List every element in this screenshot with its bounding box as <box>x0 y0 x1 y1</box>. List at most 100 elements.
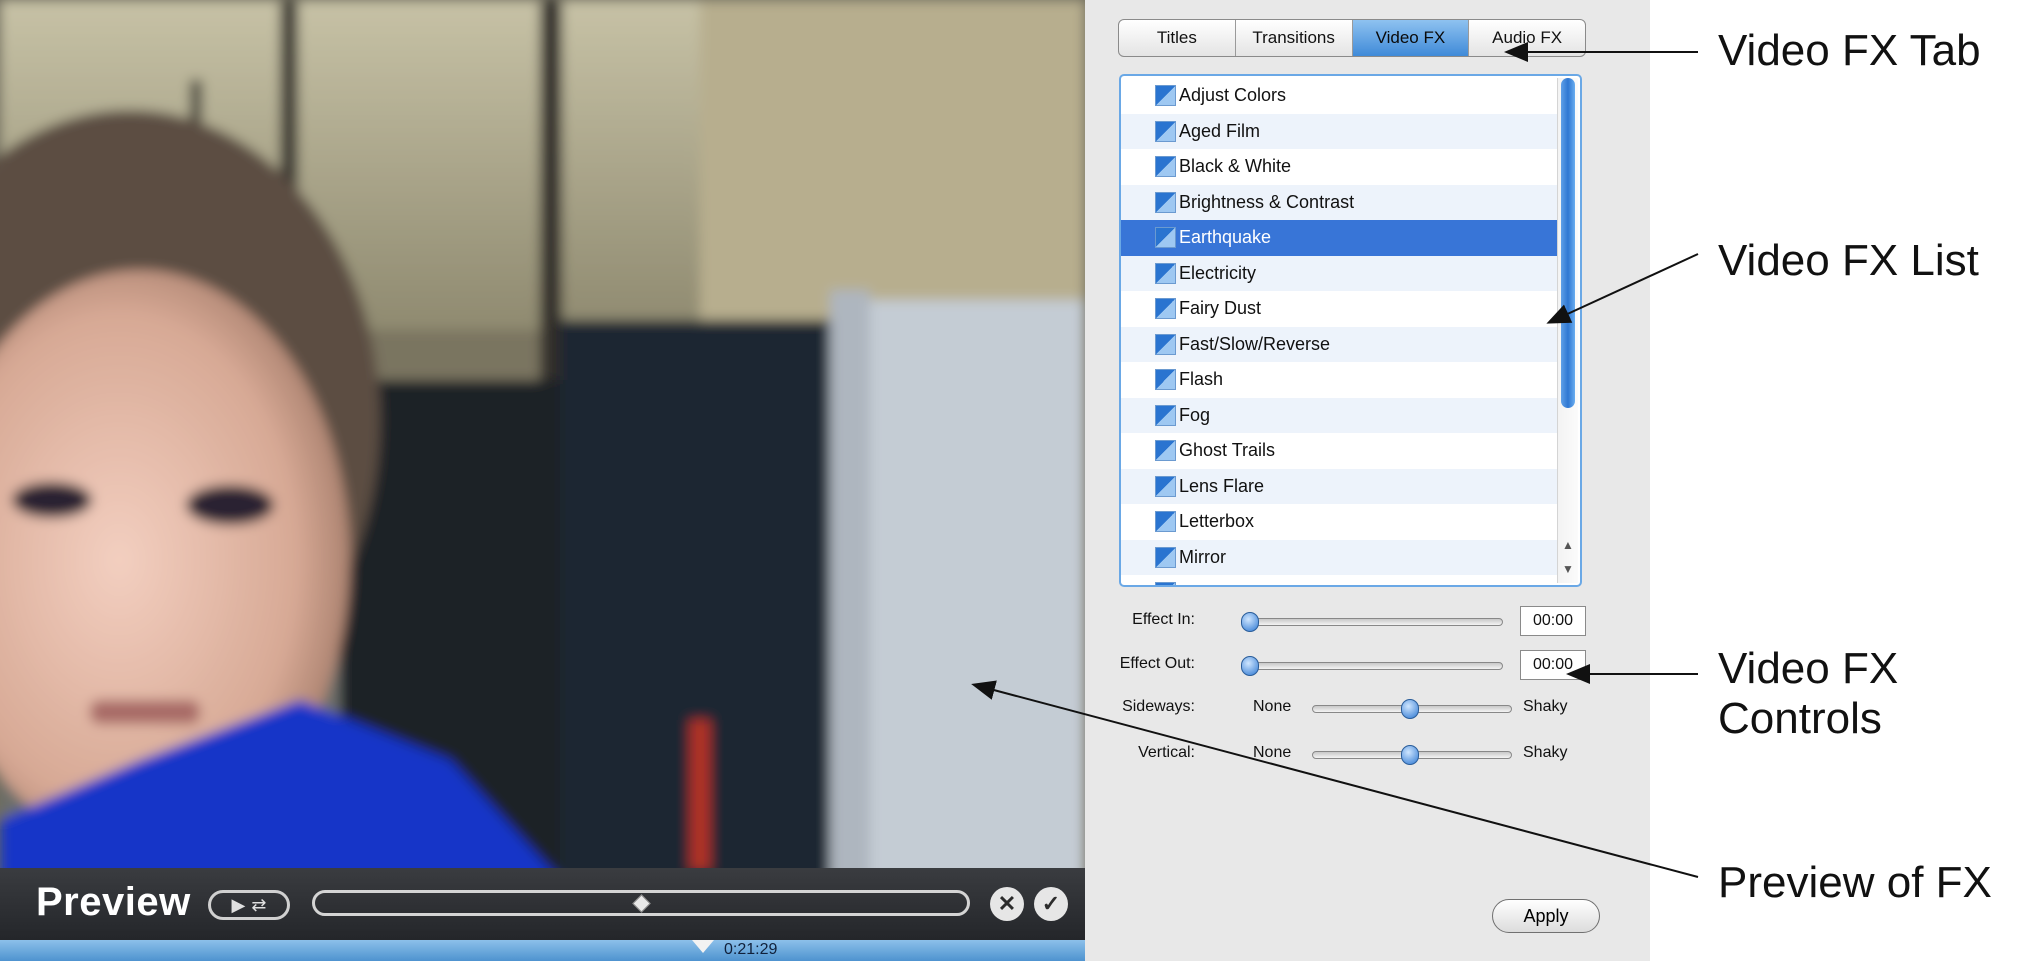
play-loop-button[interactable]: ▶ ⇄ <box>208 890 290 920</box>
effect-icon <box>1155 582 1176 585</box>
list-item-label: Mirror <box>1179 546 1226 567</box>
effect-icon <box>1155 440 1176 462</box>
effect-icon <box>1155 369 1176 391</box>
list-item-label: Fog <box>1179 404 1211 425</box>
list-item[interactable]: Adjust Colors <box>1121 78 1559 114</box>
apply-button[interactable]: Apply <box>1492 899 1600 933</box>
callout-preview-of-fx: Preview of FX <box>1718 858 1992 907</box>
effects-tab-bar: Titles Transitions Video FX Audio FX <box>1118 19 1586 57</box>
effect-icon <box>1155 546 1176 568</box>
tab-audio-fx[interactable]: Audio FX <box>1469 20 1585 56</box>
tab-video-fx[interactable]: Video FX <box>1352 20 1470 56</box>
effect-icon <box>1155 475 1176 497</box>
sideways-label: Sideways: <box>1122 698 1195 715</box>
effect-icon <box>1155 191 1176 213</box>
checkmark-icon: ✓ <box>1041 891 1061 916</box>
list-item[interactable]: N-Square <box>1121 575 1559 585</box>
tab-titles[interactable]: Titles <box>1119 20 1236 56</box>
list-item-label: Black & White <box>1179 156 1292 177</box>
vertical-label: Vertical: <box>1138 744 1195 761</box>
list-item-label: Adjust Colors <box>1179 85 1287 106</box>
close-icon: ✕ <box>997 891 1017 916</box>
list-item-label: Fast/Slow/Reverse <box>1179 333 1331 354</box>
vertical-knob[interactable] <box>1401 745 1419 765</box>
list-item[interactable]: Brightness & Contrast <box>1121 184 1559 220</box>
list-item-label: Fairy Dust <box>1179 298 1262 319</box>
preview-control-bar: Preview ▶ ⇄ ✕ ✓ <box>0 868 1085 940</box>
list-item[interactable]: Aged Film <box>1121 113 1559 149</box>
effect-in-slider[interactable] <box>1243 618 1503 626</box>
scroll-down-arrow-icon[interactable]: ▼ <box>1562 562 1574 576</box>
video-fx-list[interactable]: Adjust Colors Aged Film Black & White Brigh… <box>1119 74 1582 587</box>
video-preview-pane: Preview ▶ ⇄ ✕ ✓ 0:21:29 <box>0 0 1085 961</box>
list-item[interactable]: Ghost Trails <box>1121 433 1559 469</box>
sideways-max-label: Shaky <box>1523 698 1568 715</box>
effect-icon <box>1155 120 1176 142</box>
list-item[interactable]: Letterbox <box>1121 504 1559 540</box>
timecode: 0:21:29 <box>724 941 778 958</box>
loop-icon: ⇄ <box>251 895 267 915</box>
effects-panel: Titles Transitions Video FX Audio FX Adj… <box>1085 0 1650 961</box>
list-item[interactable]: Fairy Dust <box>1121 291 1559 327</box>
tab-transitions[interactable]: Transitions <box>1236 20 1353 56</box>
effect-icon <box>1155 333 1176 355</box>
timeline-strip[interactable]: 0:21:29 <box>0 940 1085 961</box>
list-item[interactable]: Flash <box>1121 362 1559 398</box>
list-item-label: Letterbox <box>1179 511 1255 532</box>
effect-icon <box>1155 298 1176 320</box>
list-item[interactable]: Electricity <box>1121 255 1559 291</box>
cancel-preview-button[interactable]: ✕ <box>990 887 1024 921</box>
video-fx-rows: Adjust Colors Aged Film Black & White Brigh… <box>1121 78 1559 585</box>
preview-playhead[interactable] <box>632 894 651 913</box>
callout-video-fx-controls-line1: Video FX <box>1718 644 1899 693</box>
timeline-playhead-icon[interactable] <box>692 940 714 953</box>
list-item-label: Brightness & Contrast <box>1179 191 1355 212</box>
callout-video-fx-list: Video FX List <box>1718 236 1979 285</box>
effect-in-knob[interactable] <box>1241 612 1259 632</box>
effect-in-control: Effect In: 00:00 <box>1085 606 1650 636</box>
list-item-label: Flash <box>1179 369 1224 390</box>
list-item-label: Earthquake <box>1179 227 1272 248</box>
confirm-preview-button[interactable]: ✓ <box>1034 887 1068 921</box>
preview-video-frame <box>0 0 1085 961</box>
effect-out-slider[interactable] <box>1243 662 1503 670</box>
play-icon: ▶ <box>231 895 246 915</box>
list-item[interactable]: Fast/Slow/Reverse <box>1121 326 1559 362</box>
effect-out-knob[interactable] <box>1241 656 1259 676</box>
effect-in-label: Effect In: <box>1132 611 1195 628</box>
vertical-control: Vertical: None Shaky <box>1085 741 1650 771</box>
preview-label: Preview <box>36 880 191 924</box>
list-item[interactable]: Lens Flare <box>1121 468 1559 504</box>
effect-icon <box>1155 404 1176 426</box>
list-item[interactable]: Mirror <box>1121 539 1559 575</box>
list-item-label: Electricity <box>1179 262 1257 283</box>
sideways-min-label: None <box>1253 698 1292 715</box>
effect-in-time-field[interactable]: 00:00 <box>1520 606 1586 636</box>
list-item-label: Ghost Trails <box>1179 440 1276 461</box>
effect-icon <box>1155 227 1176 249</box>
sideways-control: Sideways: None Shaky <box>1085 695 1650 725</box>
list-item-label: Lens Flare <box>1179 475 1265 496</box>
list-item-label: N-Square <box>1179 582 1256 585</box>
sideways-knob[interactable] <box>1401 699 1419 719</box>
vertical-min-label: None <box>1253 744 1292 761</box>
list-item[interactable]: Black & White <box>1121 149 1559 185</box>
list-item[interactable]: Fog <box>1121 397 1559 433</box>
effect-icon <box>1155 511 1176 533</box>
vertical-max-label: Shaky <box>1523 744 1568 761</box>
callout-video-fx-tab: Video FX Tab <box>1718 26 1981 75</box>
preview-scrubber[interactable] <box>312 890 970 916</box>
callout-video-fx-controls-line2: Controls <box>1718 694 1882 743</box>
scroll-up-arrow-icon[interactable]: ▲ <box>1562 538 1574 552</box>
list-item[interactable]: Earthquake <box>1121 220 1559 256</box>
effect-out-time-field[interactable]: 00:00 <box>1520 650 1586 680</box>
effect-out-label: Effect Out: <box>1119 655 1195 672</box>
list-scrollbar[interactable]: ▲ ▼ <box>1557 78 1578 583</box>
effect-out-control: Effect Out: 00:00 <box>1085 650 1650 680</box>
effect-icon <box>1155 262 1176 284</box>
effect-icon <box>1155 85 1176 107</box>
list-item-label: Aged Film <box>1179 120 1261 141</box>
list-scroll-thumb[interactable] <box>1561 78 1575 408</box>
callout-video-fx-controls: Video FX Controls <box>1718 644 1898 744</box>
effect-icon <box>1155 156 1176 178</box>
